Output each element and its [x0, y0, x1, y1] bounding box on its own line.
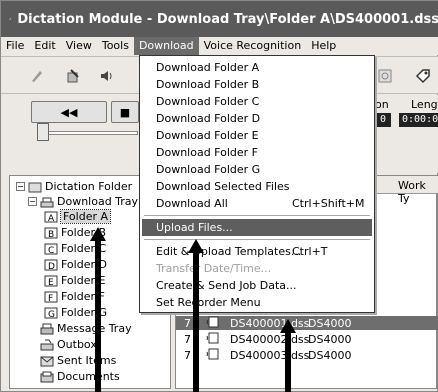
- tree-documents[interactable]: Documents: [40, 369, 120, 384]
- stop-button[interactable]: ■: [111, 101, 139, 123]
- menu-item-download-folder-f[interactable]: Download Folder F: [142, 144, 372, 161]
- svg-text:G: G: [48, 310, 55, 319]
- folder-a-icon: A: [44, 211, 58, 223]
- tray-icon: [40, 196, 54, 208]
- folder-c-icon: C: [44, 243, 58, 255]
- table-row[interactable]: 7 DS400003.dss DS4000: [176, 348, 438, 362]
- folder-g-icon: G: [44, 307, 58, 319]
- menu-item-edit-upload-templates[interactable]: Edit & Upload Templates... Ctrl+T: [142, 243, 372, 260]
- record-tool-icon[interactable]: [27, 66, 47, 86]
- menu-item-download-folder-d[interactable]: Download Folder D: [142, 110, 372, 127]
- menu-item-download-folder-g[interactable]: Download Folder G: [142, 161, 372, 178]
- collapse-icon[interactable]: −: [16, 182, 25, 191]
- speaker-icon[interactable]: [97, 66, 117, 86]
- menu-voice-recognition[interactable]: Voice Recognition: [199, 37, 307, 55]
- svg-text:C: C: [48, 246, 54, 255]
- svg-text:A: A: [48, 214, 55, 223]
- collapse-icon[interactable]: −: [28, 197, 37, 206]
- menu-item-upload-files[interactable]: Upload Files...: [142, 219, 372, 236]
- menu-item-download-folder-b[interactable]: Download Folder B: [142, 76, 372, 93]
- menu-view[interactable]: View: [61, 37, 97, 55]
- dss-file-icon: [206, 316, 220, 331]
- menu-separator: [144, 239, 370, 240]
- tree-folder-a[interactable]: A Folder A: [44, 209, 112, 224]
- folder-icon: [28, 181, 42, 193]
- svg-text:B: B: [48, 230, 54, 239]
- outbox-icon: [40, 339, 54, 351]
- column-work-type[interactable]: Work Ty: [398, 179, 438, 205]
- table-row[interactable]: 7 DS400002.dss DS4000: [176, 332, 438, 346]
- svg-text:F: F: [48, 294, 53, 303]
- dss-file-icon: [206, 348, 220, 363]
- menu-item-download-folder-a[interactable]: Download Folder A: [142, 59, 372, 76]
- pen-icon: [9, 18, 12, 21]
- callout-arrow-shaft: [285, 333, 291, 392]
- callout-arrow-shaft: [193, 253, 199, 392]
- menu-download[interactable]: Download: [133, 37, 199, 55]
- menu-file[interactable]: File: [1, 37, 29, 55]
- edit-tool-icon[interactable]: [63, 66, 83, 86]
- svg-text:E: E: [48, 278, 54, 287]
- tree-root[interactable]: − Dictation Folder: [16, 179, 132, 194]
- menu-help[interactable]: Help: [306, 37, 341, 55]
- position-display: 0: [377, 113, 391, 127]
- callout-arrow-head: [90, 227, 106, 241]
- folder-e-icon: E: [44, 275, 58, 287]
- download-menu: Download Folder A Download Folder B Down…: [139, 55, 375, 313]
- tree-message-tray[interactable]: Message Tray: [40, 321, 132, 336]
- position-slider-thumb[interactable]: [37, 123, 49, 141]
- callout-arrow-shaft: [95, 241, 101, 392]
- menu-item-set-recorder-menu[interactable]: Set Recorder Menu: [142, 294, 372, 311]
- position-slider-track: [38, 131, 138, 135]
- title-bar: Dictation Module - Download Tray\Folder …: [1, 1, 438, 37]
- position-label: on: [375, 98, 389, 111]
- window-title: Dictation Module - Download Tray\Folder …: [17, 11, 438, 27]
- svg-text:D: D: [48, 262, 55, 271]
- menu-edit[interactable]: Edit: [29, 37, 60, 55]
- menu-item-create-send-job-data[interactable]: Create & Send Job Data...: [142, 277, 372, 294]
- folder-b-icon: B: [44, 227, 58, 239]
- sent-items-icon: [40, 355, 54, 367]
- tree-download-tray[interactable]: − Download Tray: [28, 194, 138, 209]
- tree-sent-items[interactable]: Sent Items: [40, 353, 116, 368]
- menu-item-download-folder-e[interactable]: Download Folder E: [142, 127, 372, 144]
- dss-file-icon: [206, 332, 220, 347]
- length-display: 0:00:0: [399, 113, 438, 127]
- folder-d-icon: D: [44, 259, 58, 271]
- menu-item-download-all[interactable]: Download All Ctrl+Shift+M: [142, 195, 372, 212]
- menu-item-download-folder-c[interactable]: Download Folder C: [142, 93, 372, 110]
- menu-tools[interactable]: Tools: [97, 37, 134, 55]
- callout-arrow-head: [188, 239, 204, 253]
- app-window: Dictation Module - Download Tray\Folder …: [0, 0, 438, 392]
- table-row[interactable]: 7 DS400001.dss DS4000: [176, 316, 438, 330]
- rewind-icon: ◀◀: [60, 105, 78, 119]
- documents-icon: [40, 371, 54, 383]
- folder-f-icon: F: [44, 291, 58, 303]
- tag-icon[interactable]: [413, 66, 433, 86]
- length-label: Lengt: [411, 98, 438, 111]
- callout-arrow-head: [280, 319, 296, 333]
- rewind-button[interactable]: ◀◀: [31, 101, 107, 123]
- stop-icon: ■: [119, 105, 131, 119]
- menu-bar: File Edit View Tools Download Voice Reco…: [1, 37, 438, 55]
- clock-icon[interactable]: [375, 66, 395, 86]
- menu-item-transfer-date-time: Transfer Date/Time...: [156, 262, 272, 275]
- menu-item-download-selected-files[interactable]: Download Selected Files: [142, 178, 372, 195]
- tree-outbox[interactable]: Outbox: [40, 337, 97, 352]
- menu-separator: [144, 215, 370, 216]
- message-tray-icon: [40, 323, 54, 335]
